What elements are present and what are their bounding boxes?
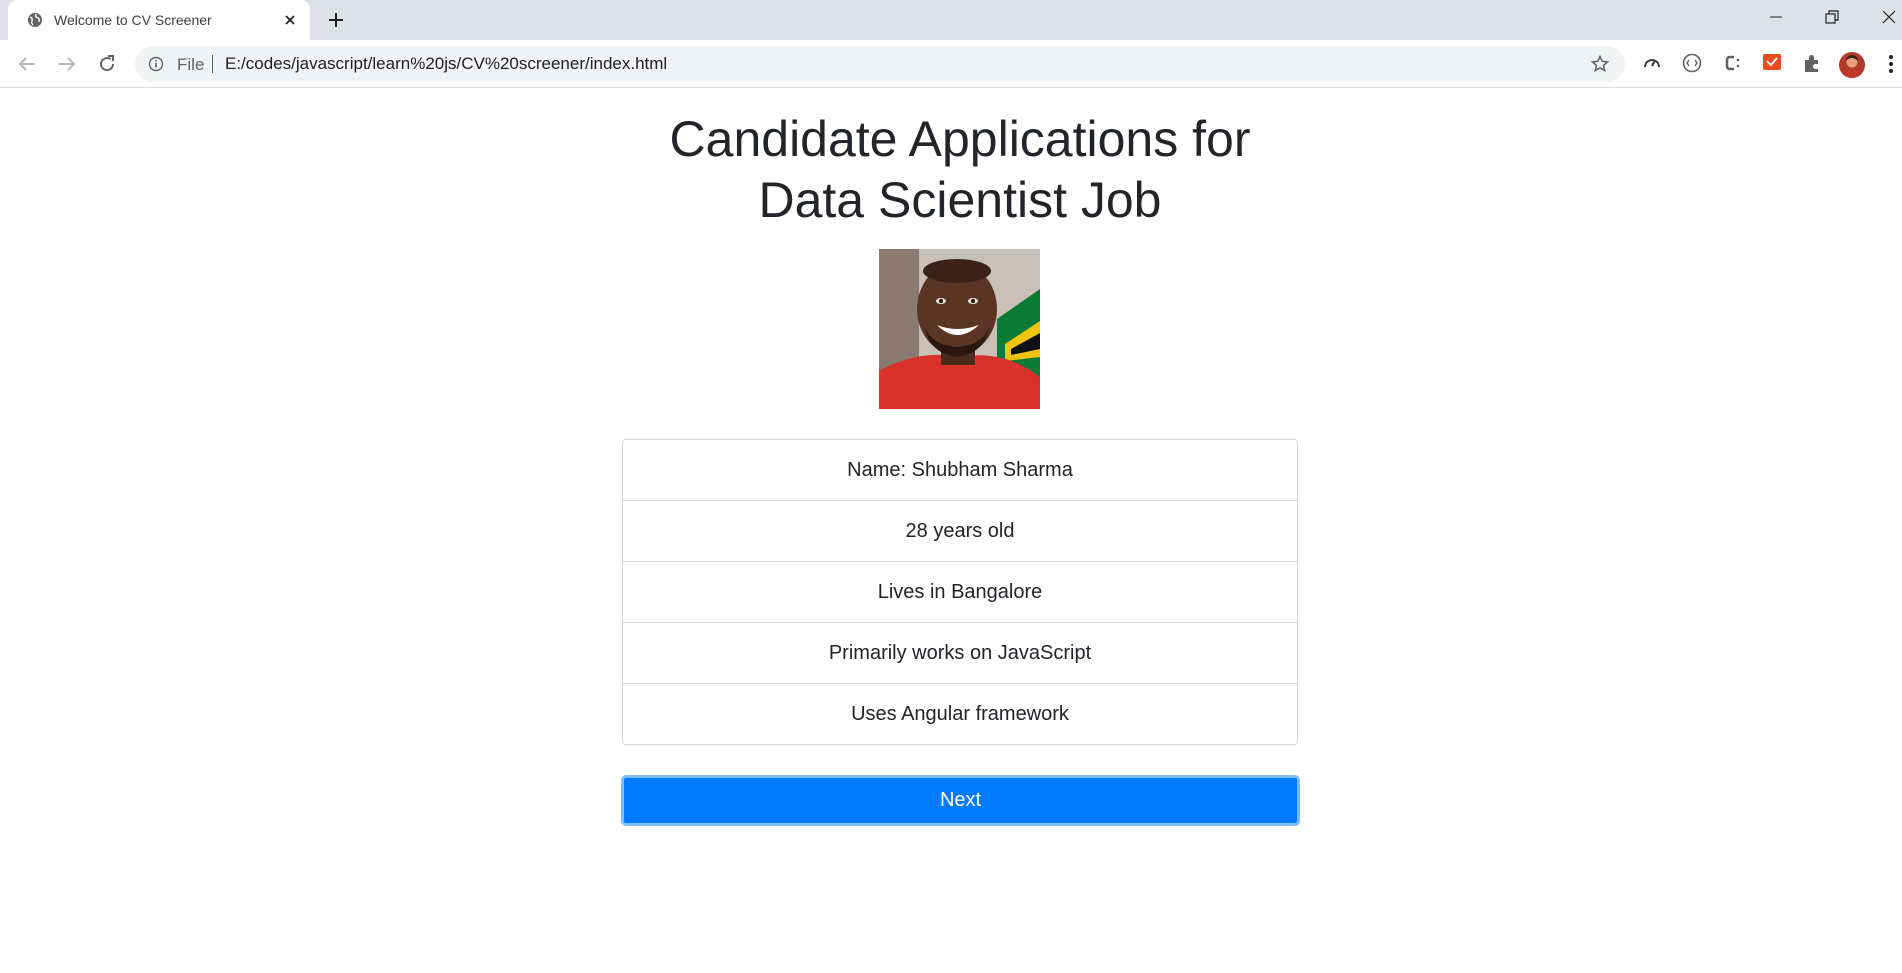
profile-avatar[interactable] xyxy=(1839,52,1865,78)
speedometer-icon[interactable] xyxy=(1641,52,1663,74)
candidate-age: 28 years old xyxy=(623,501,1297,562)
candidate-details-list: Name: Shubham Sharma 28 years old Lives … xyxy=(622,439,1298,745)
new-tab-icon[interactable] xyxy=(327,11,345,29)
candidate-photo xyxy=(879,249,1040,409)
page-title-line-1: Candidate Applications for xyxy=(669,111,1251,167)
next-button[interactable]: Next xyxy=(621,775,1300,826)
bookmark-star-icon[interactable] xyxy=(1591,55,1609,73)
profile-avatar-image xyxy=(1839,52,1865,78)
page-content: Candidate Applications for Data Scientis… xyxy=(0,89,1902,973)
candidate-language: Primarily works on JavaScript xyxy=(623,623,1297,684)
tab-strip: Welcome to CV Screener xyxy=(0,0,1902,40)
css-extension-icon[interactable] xyxy=(1721,52,1743,74)
address-bar[interactable]: File E:/codes/javascript/learn%20js/CV%2… xyxy=(135,46,1625,82)
forward-arrow-icon[interactable] xyxy=(55,52,79,76)
tab-title: Welcome to CV Screener xyxy=(54,12,212,28)
globe-icon xyxy=(28,13,42,27)
candidate-name: Name: Shubham Sharma xyxy=(623,440,1297,501)
screenshot-extension-icon[interactable] xyxy=(1761,52,1783,74)
url-text[interactable]: E:/codes/javascript/learn%20js/CV%20scre… xyxy=(225,54,667,74)
close-icon[interactable] xyxy=(282,12,298,28)
minimize-icon[interactable] xyxy=(1767,8,1785,26)
page-title: Candidate Applications for Data Scientis… xyxy=(600,109,1320,231)
info-icon[interactable] xyxy=(148,56,164,72)
candidate-city: Lives in Bangalore xyxy=(623,562,1297,623)
back-arrow-icon[interactable] xyxy=(15,52,39,76)
file-scheme-label: File xyxy=(177,55,205,74)
omnibox-separator xyxy=(212,55,213,73)
kebab-menu-icon[interactable] xyxy=(1888,54,1894,74)
browser-tab[interactable]: Welcome to CV Screener xyxy=(8,0,310,40)
window-close-icon[interactable] xyxy=(1880,8,1898,26)
puzzle-extensions-icon[interactable] xyxy=(1801,52,1823,74)
page-title-line-2: Data Scientist Job xyxy=(758,172,1162,228)
restore-icon[interactable] xyxy=(1823,8,1841,26)
candidate-framework: Uses Angular framework xyxy=(851,702,1069,725)
browser-toolbar: File E:/codes/javascript/learn%20js/CV%2… xyxy=(0,40,1902,119)
candidate-photo-image xyxy=(879,249,1040,409)
code-extension-icon[interactable] xyxy=(1681,52,1703,74)
reload-icon[interactable] xyxy=(95,52,119,76)
